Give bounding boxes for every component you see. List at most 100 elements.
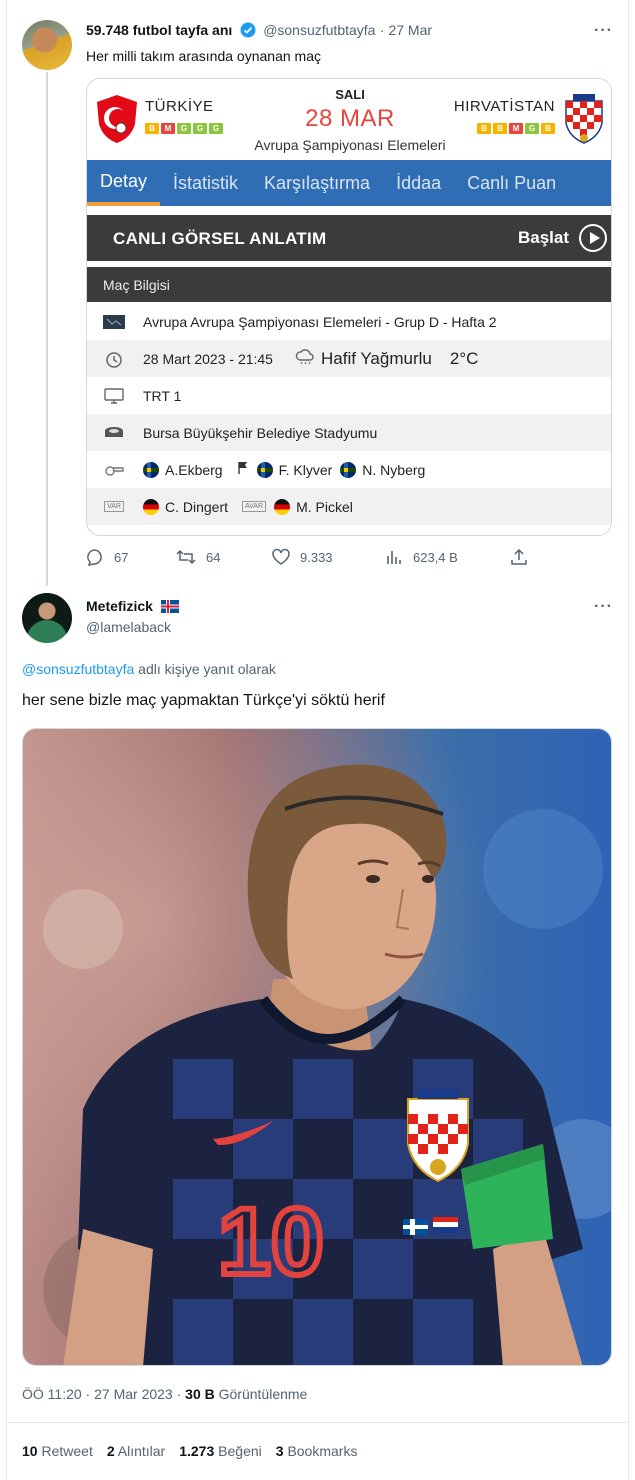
author-name[interactable]: 59.748 futbol tayfa anı bbox=[86, 22, 232, 38]
form-badge: B bbox=[493, 123, 507, 134]
tweet-timestamp[interactable]: ÖÖ 11:20 · 27 Mar 2023 · bbox=[22, 1386, 185, 1402]
referees-row: A.Ekberg F. Klyver N. Nyberg bbox=[87, 451, 611, 488]
retweets-count: 10 bbox=[22, 1443, 38, 1459]
share-button[interactable] bbox=[510, 548, 528, 566]
tweet-date[interactable]: · 27 Mar bbox=[380, 22, 432, 38]
more-options-icon[interactable]: ··· bbox=[594, 598, 613, 616]
match-header: TÜRKİYE B M G G G SALI 28 MAR Avrupa Şam… bbox=[87, 79, 611, 159]
tweet-actions: 67 64 9.333 623,4 B bbox=[86, 548, 536, 568]
reply-count: 67 bbox=[114, 549, 129, 565]
divider bbox=[6, 1422, 629, 1423]
form-badge: G bbox=[525, 123, 539, 134]
sweden-flag-icon bbox=[256, 461, 273, 478]
channel-text: TRT 1 bbox=[143, 387, 182, 404]
var-row: VAR C. Dingert AVAR M. Pickel bbox=[87, 488, 611, 525]
share-icon bbox=[511, 548, 527, 565]
live-commentary-bar[interactable]: CANLI GÖRSEL ANLATIM Başlat bbox=[87, 215, 611, 261]
match-tabs: Detay İstatistik Karşılaştırma İddaa Can… bbox=[87, 160, 611, 206]
tweet-text: her sene bizle maç yapmaktan Türkçe'yi s… bbox=[22, 692, 385, 709]
weather-icon bbox=[295, 349, 315, 368]
tweet-text: Her milli takım arasında oynanan maç bbox=[86, 48, 321, 64]
match-card-image[interactable]: TÜRKİYE B M G G G SALI 28 MAR Avrupa Şam… bbox=[86, 78, 612, 536]
avatar[interactable] bbox=[22, 20, 72, 70]
var-icon: VAR bbox=[103, 501, 125, 512]
retweet-count: 64 bbox=[206, 549, 221, 565]
main-referee: A.Ekberg bbox=[165, 461, 223, 478]
author-name[interactable]: Metefizick bbox=[86, 598, 153, 614]
form-badge: B bbox=[477, 123, 491, 134]
stadium-row: Bursa Büyükşehir Belediye Stadyumu bbox=[87, 414, 611, 451]
reply-button[interactable]: 67 bbox=[86, 548, 128, 566]
reply-to-link[interactable]: @sonsuzfutbtayfa bbox=[22, 661, 134, 677]
like-button[interactable]: 9.333 bbox=[272, 548, 333, 566]
more-options-icon[interactable]: ··· bbox=[594, 22, 613, 40]
bookmarks-count: 3 bbox=[275, 1443, 284, 1459]
like-count: 9.333 bbox=[300, 549, 333, 565]
live-commentary-title: CANLI GÖRSEL ANLATIM bbox=[113, 229, 327, 248]
germany-flag-icon bbox=[143, 498, 159, 515]
weather-text: Hafif Yağmurlu bbox=[320, 348, 432, 368]
start-label[interactable]: Başlat bbox=[518, 228, 569, 248]
author-handle[interactable]: @sonsuzfutbtayfa bbox=[263, 22, 375, 38]
form-badge: M bbox=[509, 123, 523, 134]
clock-icon bbox=[103, 350, 125, 368]
avar-referee: M. Pickel bbox=[296, 498, 353, 515]
whistle-icon bbox=[103, 464, 125, 476]
competition-name: Avrupa Şampiyonası Elemeleri bbox=[254, 137, 446, 153]
bookmarks-label: Bookmarks bbox=[287, 1443, 358, 1459]
channel-row: TRT 1 bbox=[87, 377, 611, 414]
retweets-label: Retweet bbox=[41, 1443, 93, 1459]
player-photo-illustration: 10 bbox=[23, 729, 611, 1365]
stadium-icon bbox=[103, 426, 125, 440]
var-tag: VAR bbox=[104, 501, 124, 512]
likes-stat[interactable]: 1.273 Beğeni bbox=[179, 1443, 262, 1459]
quotes-stat[interactable]: 2 Alıntılar bbox=[107, 1443, 165, 1459]
match-datetime: 28 Mart 2023 - 21:45 bbox=[143, 350, 273, 367]
tab-canli-puan[interactable]: Canlı Puan bbox=[454, 160, 569, 206]
tab-istatistik[interactable]: İstatistik bbox=[160, 160, 251, 206]
sweden-flag-icon bbox=[143, 461, 159, 478]
analytics-icon bbox=[387, 551, 401, 564]
thread-line bbox=[46, 72, 48, 586]
tab-detay[interactable]: Detay bbox=[87, 160, 161, 206]
retweets-stat[interactable]: 10 Retweet bbox=[22, 1443, 93, 1459]
tv-icon bbox=[103, 387, 125, 404]
away-team-form: B B M G B bbox=[477, 123, 555, 134]
heart-icon bbox=[272, 548, 290, 565]
form-badge: B bbox=[541, 123, 555, 134]
datetime-row: 28 Mart 2023 - 21:45 Hafif Yağmurlu 2°C bbox=[87, 340, 611, 377]
retweet-button[interactable]: 64 bbox=[176, 548, 220, 566]
play-icon[interactable] bbox=[579, 224, 607, 252]
reply-context: @sonsuzfutbtayfa adlı kişiye yanıt olara… bbox=[22, 661, 276, 677]
view-count: 30 B bbox=[185, 1386, 215, 1402]
league-row: Avrupa Avrupa Şampiyonası Elemeleri - Gr… bbox=[87, 303, 611, 340]
league-icon bbox=[103, 314, 125, 329]
var-referee: C. Dingert bbox=[165, 498, 229, 515]
bookmarks-stat[interactable]: 3 Bookmarks bbox=[276, 1443, 358, 1459]
quotes-label: Alıntılar bbox=[117, 1443, 166, 1459]
author-handle[interactable]: @lamelaback bbox=[86, 619, 171, 635]
assistant-referee-1: F. Klyver bbox=[278, 461, 333, 478]
reply-icon bbox=[87, 549, 102, 566]
svg-text:10: 10 bbox=[218, 1189, 324, 1295]
assistant-referee-2: N. Nyberg bbox=[362, 461, 426, 478]
reply-to-suffix: adlı kişiye yanıt olarak bbox=[134, 661, 276, 677]
avatar[interactable] bbox=[22, 593, 72, 643]
retweet-icon bbox=[176, 549, 196, 565]
avar-tag: AVAR bbox=[242, 501, 267, 512]
germany-flag-icon bbox=[274, 498, 291, 515]
stadium-text: Bursa Büyükşehir Belediye Stadyumu bbox=[143, 424, 378, 441]
likes-label: Beğeni bbox=[218, 1443, 262, 1459]
verified-badge-icon bbox=[240, 22, 256, 43]
iceland-flag-icon bbox=[161, 600, 180, 618]
temperature-text: 2°C bbox=[449, 348, 479, 368]
tab-karsilastirma[interactable]: Karşılaştırma bbox=[251, 160, 383, 206]
views-label: Görüntülenme bbox=[214, 1386, 308, 1402]
tweet-stats: 10 Retweet 2 Alıntılar 1.273 Beğeni 3 Bo… bbox=[22, 1443, 357, 1459]
croatia-crest-icon bbox=[563, 93, 605, 145]
views-button[interactable]: 623,4 B bbox=[385, 548, 458, 566]
player-photo[interactable]: 10 bbox=[22, 728, 612, 1366]
sweden-flag-icon bbox=[340, 461, 357, 478]
away-team-name: HIRVATİSTAN bbox=[453, 98, 555, 115]
tab-iddaa[interactable]: İddaa bbox=[383, 160, 454, 206]
